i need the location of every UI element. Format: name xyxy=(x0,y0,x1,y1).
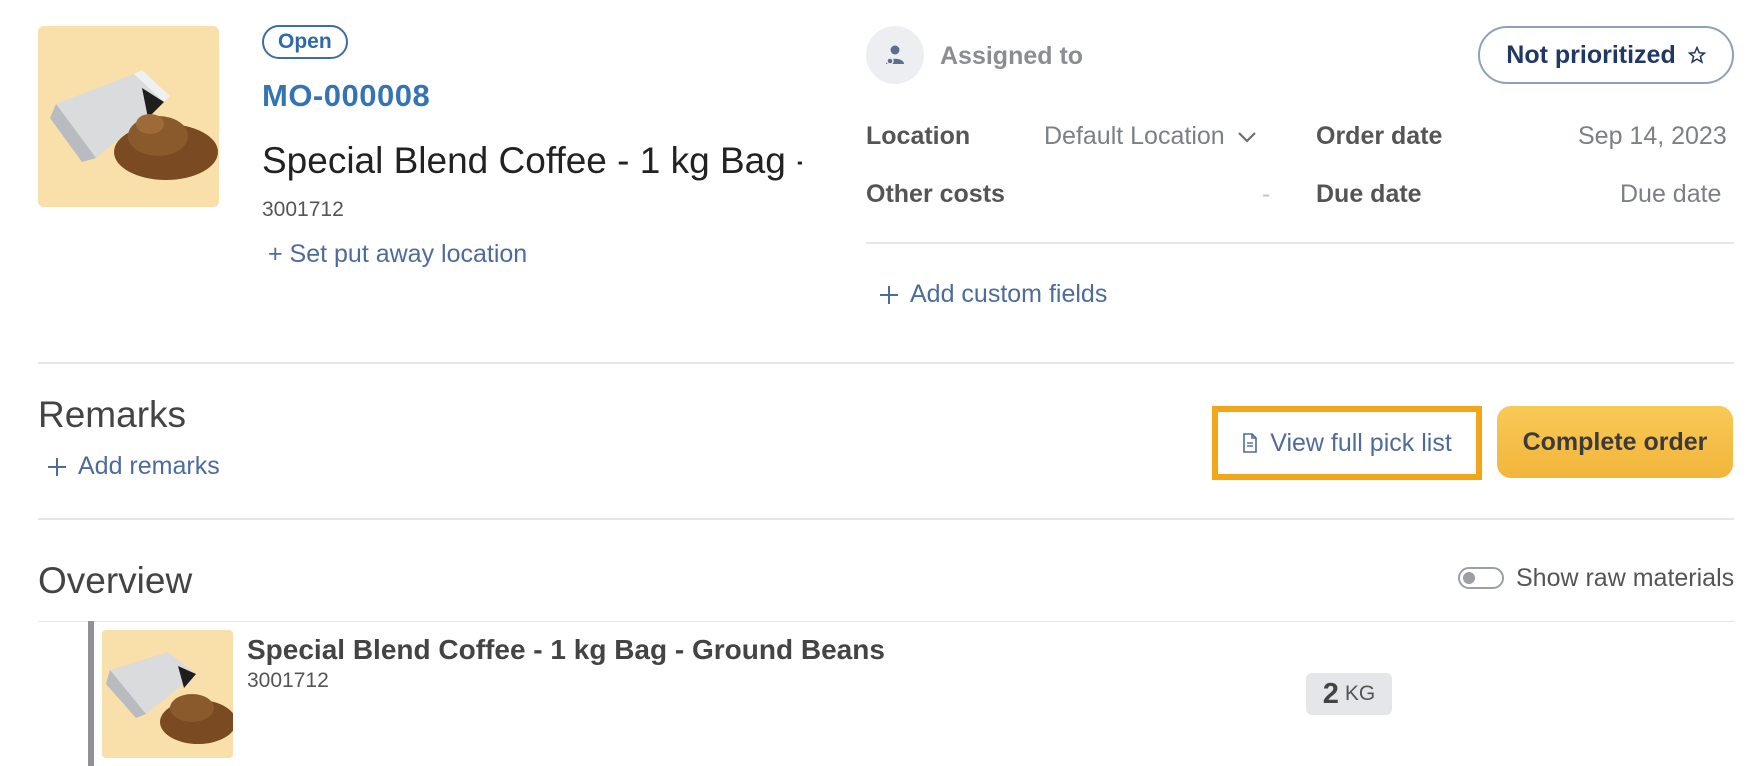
divider xyxy=(38,362,1734,364)
plus-icon xyxy=(880,285,898,304)
product-name: Special Blend Coffee - 1 kg Bag - … xyxy=(262,140,802,181)
add-custom-fields-button[interactable]: Add custom fields xyxy=(878,280,1107,309)
star-outline-icon xyxy=(1687,46,1706,64)
divider xyxy=(866,242,1734,244)
show-raw-materials-label[interactable]: Show raw materials xyxy=(1516,564,1734,593)
chevron-down-icon xyxy=(1237,131,1256,143)
plus-icon xyxy=(48,457,66,476)
toggle-knob xyxy=(1463,572,1475,584)
order-date-label: Order date xyxy=(1316,122,1443,150)
coffee-bag-image xyxy=(106,652,233,744)
row-indicator-bar xyxy=(88,621,94,766)
status-badge: Open xyxy=(262,25,348,59)
product-image xyxy=(38,26,219,207)
due-date-label: Due date xyxy=(1316,180,1422,208)
remarks-heading: Remarks xyxy=(38,394,187,435)
complete-order-button[interactable]: Complete order xyxy=(1497,406,1733,478)
order-id: MO-000008 xyxy=(262,78,431,113)
assignee-avatar[interactable] xyxy=(866,26,924,84)
priority-button[interactable]: Not prioritized xyxy=(1478,26,1734,84)
coffee-bag-image xyxy=(50,70,218,180)
product-sku: 3001712 xyxy=(262,198,344,221)
complete-order-label: Complete order xyxy=(1522,427,1708,456)
set-put-away-location-link[interactable]: + Set put away location xyxy=(268,240,527,269)
view-pick-list-label: View full pick list xyxy=(1270,428,1452,457)
add-remarks-label: Add remarks xyxy=(78,452,220,480)
priority-label: Not prioritized xyxy=(1506,40,1676,69)
add-custom-fields-label: Add custom fields xyxy=(910,280,1108,308)
other-costs-value[interactable]: - xyxy=(1262,180,1270,209)
add-remarks-button[interactable]: Add remarks xyxy=(46,452,220,481)
location-select[interactable]: Default Location xyxy=(1044,122,1257,151)
location-label: Location xyxy=(866,122,971,150)
item-thumbnail xyxy=(102,630,233,758)
user-icon xyxy=(886,45,904,65)
order-date-value[interactable]: Sep 14, 2023 xyxy=(1578,122,1727,151)
quantity-chip: 2 KG xyxy=(1306,673,1392,715)
due-date-input[interactable]: Due date xyxy=(1620,180,1721,209)
show-raw-materials-toggle[interactable] xyxy=(1458,567,1504,589)
document-icon xyxy=(1243,433,1258,453)
other-costs-label: Other costs xyxy=(866,180,1005,208)
location-value: Default Location xyxy=(1044,122,1225,150)
overview-heading: Overview xyxy=(38,560,193,601)
item-sku: 3001712 xyxy=(247,669,329,692)
quantity-value: 2 xyxy=(1322,677,1339,710)
assigned-to-label[interactable]: Assigned to xyxy=(940,42,1083,71)
divider xyxy=(38,621,1734,622)
item-name[interactable]: Special Blend Coffee - 1 kg Bag - Ground… xyxy=(247,634,885,666)
quantity-unit: KG xyxy=(1344,682,1376,705)
divider xyxy=(38,518,1734,520)
view-pick-list-button[interactable]: View full pick list xyxy=(1212,406,1482,480)
